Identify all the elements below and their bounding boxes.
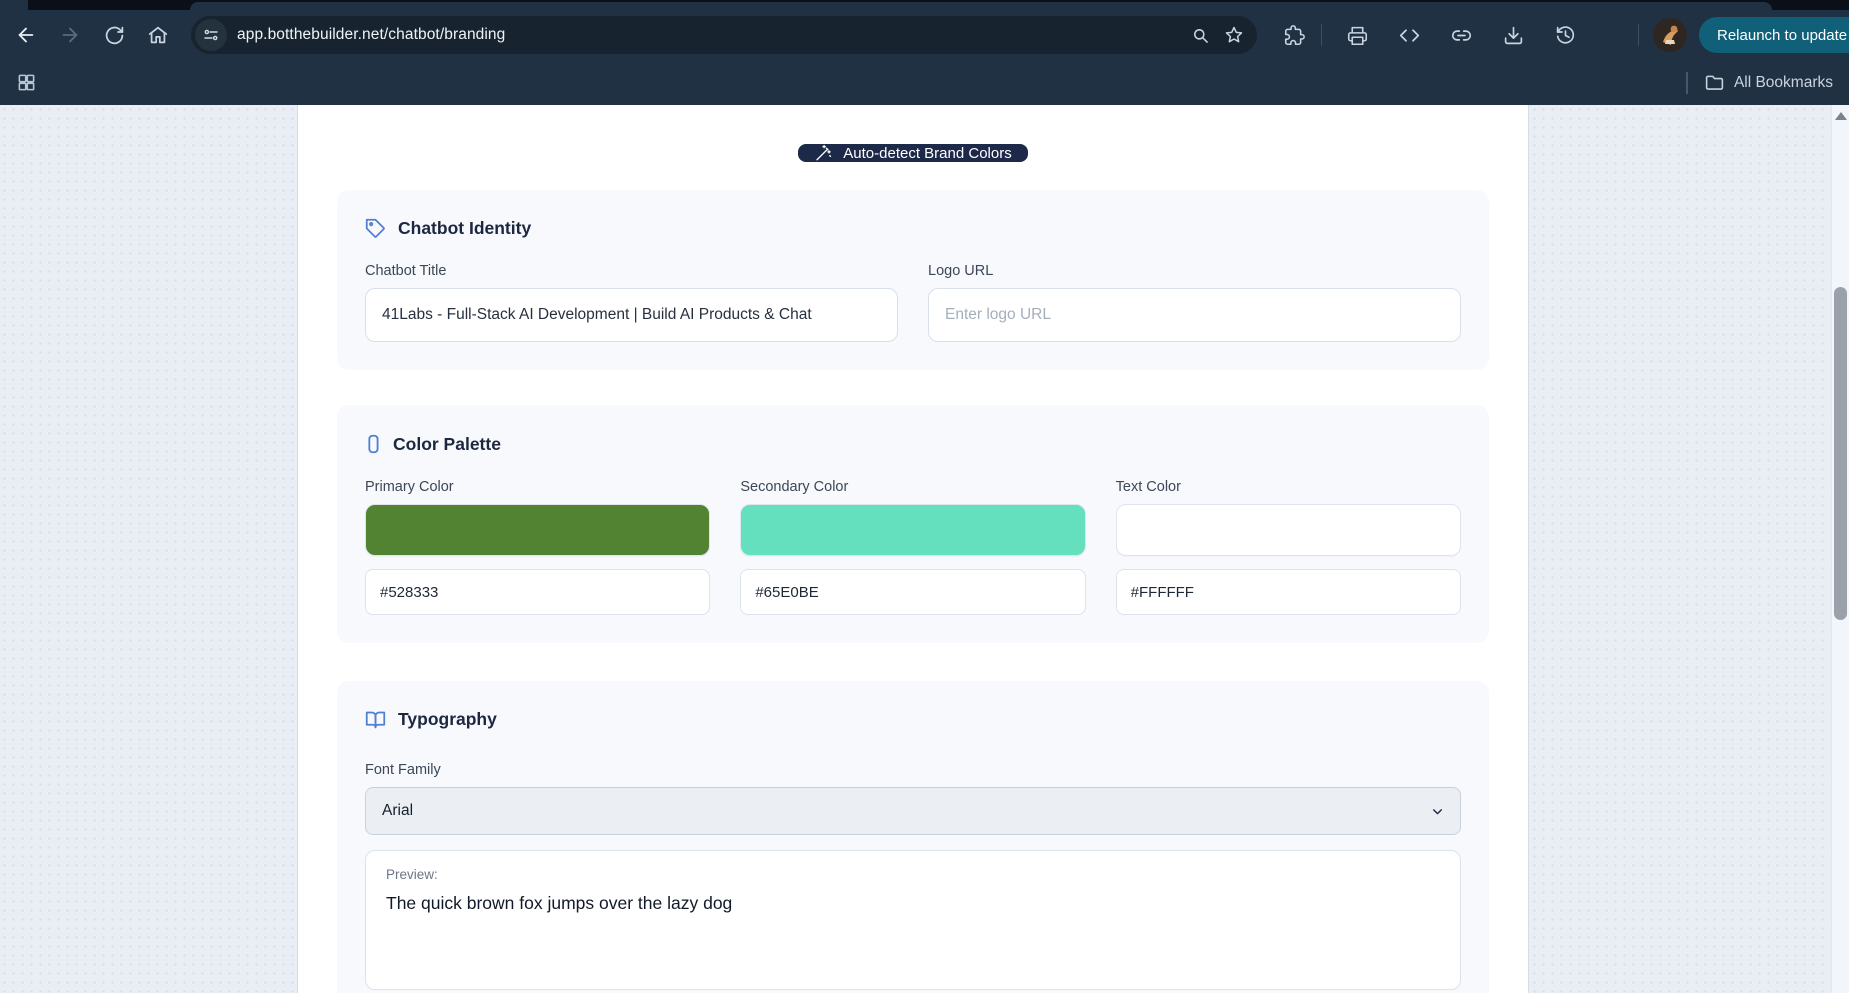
secondary-color-group: Secondary Color (740, 479, 1086, 615)
bookmark-star-button[interactable] (1219, 20, 1249, 50)
bookmarks-bar: All Bookmarks (0, 60, 1849, 105)
apps-grid-icon (18, 74, 34, 91)
preview-label: Preview: (386, 867, 438, 882)
logo-url-input[interactable] (928, 288, 1461, 342)
code-icon (1399, 28, 1419, 42)
secondary-color-label: Secondary Color (740, 479, 849, 495)
toolbar-separator (1321, 24, 1322, 46)
all-bookmarks-button[interactable]: All Bookmarks (1704, 72, 1833, 93)
primary-color-swatch[interactable] (365, 504, 711, 556)
text-color-hex-input[interactable] (1115, 569, 1461, 615)
print-button[interactable] (1340, 18, 1374, 52)
print-icon (1347, 26, 1367, 45)
url-text: app.botthebuilder.net/chatbot/branding (237, 26, 506, 43)
auto-detect-label: Auto-detect Brand Colors (843, 144, 1012, 162)
font-family-value: Arial (382, 802, 414, 819)
scrollbar-thumb[interactable] (1834, 287, 1847, 620)
text-color-label: Text Color (1115, 479, 1181, 495)
chatbot-title-input[interactable] (365, 288, 898, 342)
card-header: Color Palette (365, 433, 1461, 455)
swatch-icon (365, 433, 381, 455)
secondary-color-hex-input[interactable] (740, 569, 1086, 615)
font-family-label: Font Family (365, 762, 441, 778)
typography-card: Typography Font Family Arial Preview: Th… (337, 681, 1489, 993)
font-preview-box: Preview: The quick brown fox jumps over … (365, 850, 1461, 990)
forward-arrow-icon (62, 27, 78, 43)
card-header: Typography (365, 709, 1461, 730)
history-button[interactable] (1548, 18, 1582, 52)
chatbot-identity-card: Chatbot Identity Chatbot Title Logo URL (337, 190, 1489, 370)
logo-url-field-group: Logo URL (928, 263, 1461, 342)
folder-icon (1705, 75, 1724, 90)
relaunch-label: Relaunch to update (1717, 26, 1848, 44)
reload-button[interactable] (97, 18, 131, 52)
primary-color-label: Primary Color (365, 479, 454, 495)
home-button[interactable] (141, 18, 175, 52)
logo-url-label: Logo URL (928, 263, 994, 279)
zoom-page-button[interactable] (1185, 20, 1215, 50)
scrollbar-up-arrow[interactable] (1835, 112, 1847, 120)
reload-icon (105, 26, 123, 44)
link-button[interactable] (1444, 18, 1478, 52)
toolbar-separator (1638, 24, 1639, 46)
page-area: Auto-detect Brand Colors Chatbot Identit… (0, 105, 1849, 993)
preview-text: The quick brown fox jumps over the lazy … (386, 893, 733, 913)
text-color-group: Text Color (1115, 479, 1461, 615)
home-icon (148, 26, 168, 44)
relaunch-to-update-button[interactable]: Relaunch to update (1699, 17, 1849, 53)
tag-icon (365, 218, 386, 239)
auto-detect-brand-colors-button[interactable]: Auto-detect Brand Colors (798, 144, 1028, 162)
card-title: Chatbot Identity (398, 218, 532, 238)
link-icon (1451, 29, 1471, 41)
tab-strip (0, 0, 1849, 10)
apps-grid-button[interactable] (10, 67, 42, 99)
back-arrow-icon (18, 27, 34, 43)
avatar-image (1653, 18, 1687, 52)
download-icon (1504, 26, 1522, 44)
card-title: Typography (398, 709, 497, 729)
font-family-select[interactable]: Arial (365, 787, 1461, 835)
text-color-swatch[interactable] (1115, 504, 1461, 556)
star-icon (1225, 26, 1243, 43)
back-button[interactable] (9, 18, 43, 52)
chevron-down-icon (1433, 808, 1442, 814)
browser-toolbar: app.botthebuilder.net/chatbot/branding R… (0, 10, 1849, 60)
chatbot-title-field-group: Chatbot Title (365, 263, 898, 342)
extensions-puzzle-icon (1284, 24, 1305, 45)
address-bar[interactable]: app.botthebuilder.net/chatbot/branding (191, 16, 1257, 54)
history-icon (1556, 25, 1574, 44)
magnifier-icon (1193, 28, 1208, 43)
profile-avatar[interactable] (1653, 18, 1687, 52)
secondary-color-swatch[interactable] (740, 504, 1086, 556)
code-button[interactable] (1392, 18, 1426, 52)
chatbot-title-label: Chatbot Title (365, 263, 447, 279)
all-bookmarks-label: All Bookmarks (1733, 73, 1833, 91)
download-button[interactable] (1496, 18, 1530, 52)
card-title: Color Palette (393, 433, 501, 454)
browser-window: app.botthebuilder.net/chatbot/branding R… (0, 0, 1849, 993)
card-header: Chatbot Identity (365, 218, 1461, 239)
forward-button[interactable] (53, 18, 87, 52)
extensions-button[interactable] (1277, 18, 1311, 52)
primary-color-group: Primary Color (365, 479, 711, 615)
tune-icon (204, 29, 218, 41)
book-icon (365, 709, 386, 730)
page-scrollbar[interactable] (1831, 105, 1849, 993)
active-tab[interactable] (190, 2, 1772, 10)
tab-strip-left-stub (0, 0, 28, 10)
primary-color-hex-input[interactable] (365, 569, 711, 615)
magic-wand-icon (816, 144, 832, 161)
color-palette-card: Color Palette Primary Color Secondary Co… (337, 405, 1489, 643)
bookmarks-separator (1685, 71, 1688, 94)
branding-page: Auto-detect Brand Colors Chatbot Identit… (297, 105, 1529, 993)
site-settings-button[interactable] (195, 19, 227, 51)
